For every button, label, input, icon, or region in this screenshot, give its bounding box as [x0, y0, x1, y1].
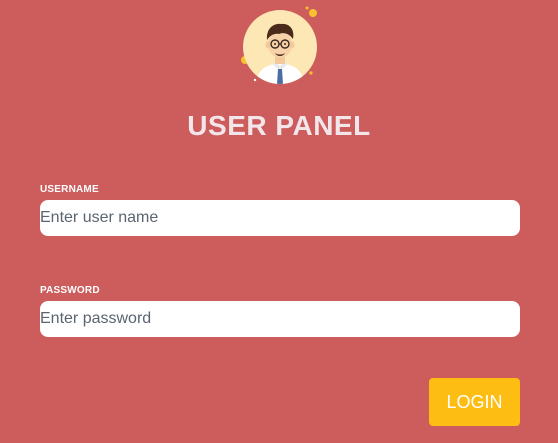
user-avatar-icon [241, 6, 317, 84]
password-label: PASSWORD [40, 285, 100, 296]
password-field[interactable] [40, 301, 520, 337]
username-label: USERNAME [40, 184, 99, 195]
avatar [239, 6, 321, 88]
username-field[interactable] [40, 200, 520, 236]
page-title: USER PANEL [187, 110, 371, 141]
login-button[interactable]: LOGIN [429, 378, 520, 426]
